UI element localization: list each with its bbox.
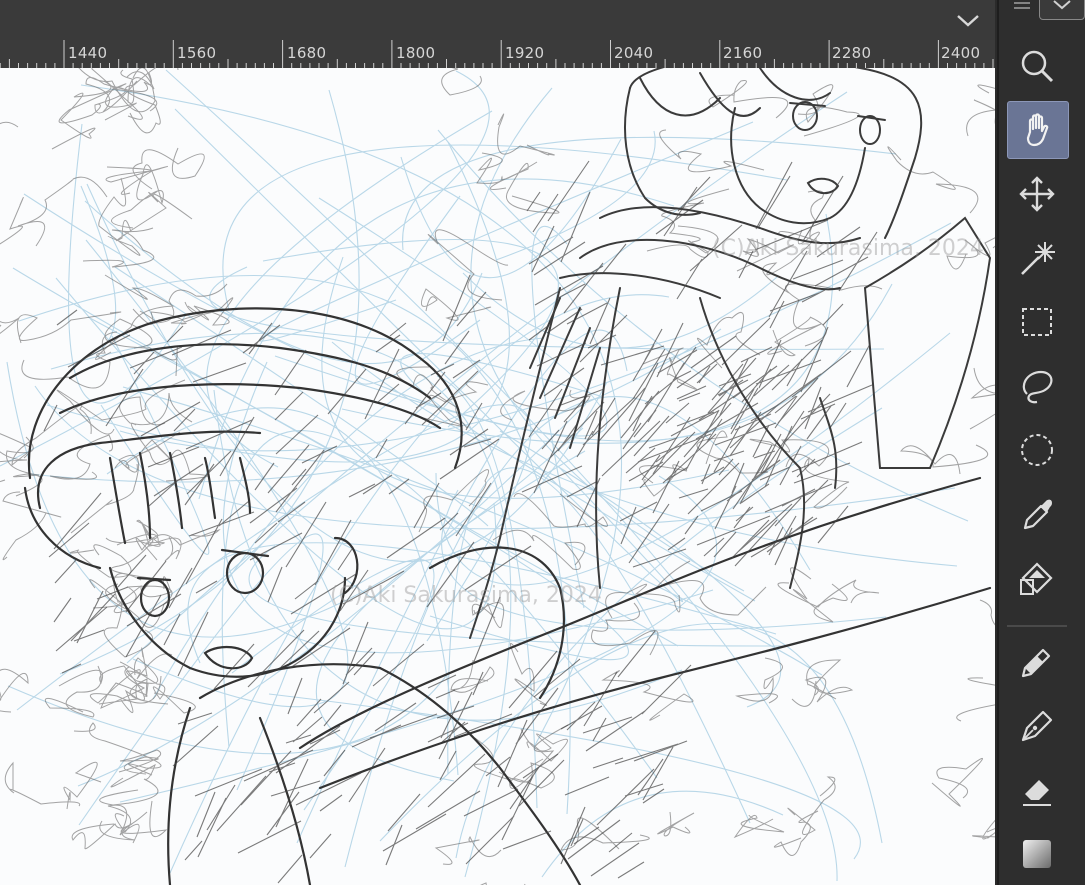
rect-selection-tool[interactable] [1007, 294, 1067, 350]
hand-tool[interactable] [1007, 101, 1069, 159]
tool-palette [997, 0, 1085, 885]
gradient-icon [1023, 840, 1051, 868]
sketch-artwork [0, 68, 995, 885]
hand-icon [1026, 113, 1049, 147]
drawing-canvas[interactable]: (C)Aki Sakurasima, 2024 (C)Aki Sakurasim… [0, 68, 995, 885]
ellipse-selection-tool[interactable] [1007, 422, 1067, 478]
chevron-down-icon [1053, 0, 1071, 10]
gradient-tool[interactable] [1007, 826, 1067, 882]
move-arrows-icon [1019, 176, 1055, 212]
eyedropper-tool[interactable] [1007, 486, 1067, 542]
pen-nib-icon [1021, 710, 1053, 742]
ruler-mark: 2400 [941, 44, 981, 62]
horizontal-ruler[interactable]: 1440 1560 1680 1800 1920 2040 2160 2280 … [0, 40, 995, 69]
menu-icon[interactable] [1013, 0, 1031, 14]
palette-separator [1007, 625, 1067, 627]
magic-wand-icon [1021, 242, 1055, 275]
ruler-mark: 2040 [614, 44, 654, 62]
eraser-tool[interactable] [1007, 762, 1067, 818]
watermark: (C)Aki Sakurasima, 2024 [330, 583, 602, 608]
zoom-tool[interactable] [1007, 38, 1067, 94]
palette-header [999, 0, 1085, 30]
eyedropper-icon [1023, 499, 1052, 530]
rectangle-selection-icon [1022, 308, 1052, 336]
ruler-mark: 2160 [723, 44, 763, 62]
magnifier-icon [1021, 50, 1054, 83]
ruler-mark: 1440 [68, 44, 108, 62]
pencil-icon [1021, 648, 1051, 678]
collapse-button[interactable] [955, 9, 981, 31]
chevron-down-icon [957, 15, 979, 27]
palette-dropdown-button[interactable] [1039, 0, 1085, 20]
eraser-icon [1023, 780, 1051, 806]
paint-bucket-icon [1020, 562, 1053, 595]
ellipse-selection-icon [1021, 434, 1053, 466]
watermark: (C)Aki Sakurasima, 2024 [712, 236, 984, 261]
ruler-mark: 1560 [177, 44, 217, 62]
fill-tool[interactable] [1007, 550, 1067, 606]
ruler-mark: 2280 [832, 44, 872, 62]
pencil-tool[interactable] [1007, 634, 1067, 690]
pen-tool[interactable] [1007, 698, 1067, 754]
operation-tool[interactable] [1007, 230, 1067, 286]
lasso-selection-tool[interactable] [1007, 358, 1067, 414]
lasso-icon [1022, 370, 1053, 404]
move-tool[interactable] [1007, 166, 1067, 222]
ruler-mark: 1680 [287, 44, 327, 62]
canvas-header-bar [0, 0, 995, 40]
ruler-mark: 1800 [396, 44, 436, 62]
ruler-mark: 1920 [505, 44, 545, 62]
